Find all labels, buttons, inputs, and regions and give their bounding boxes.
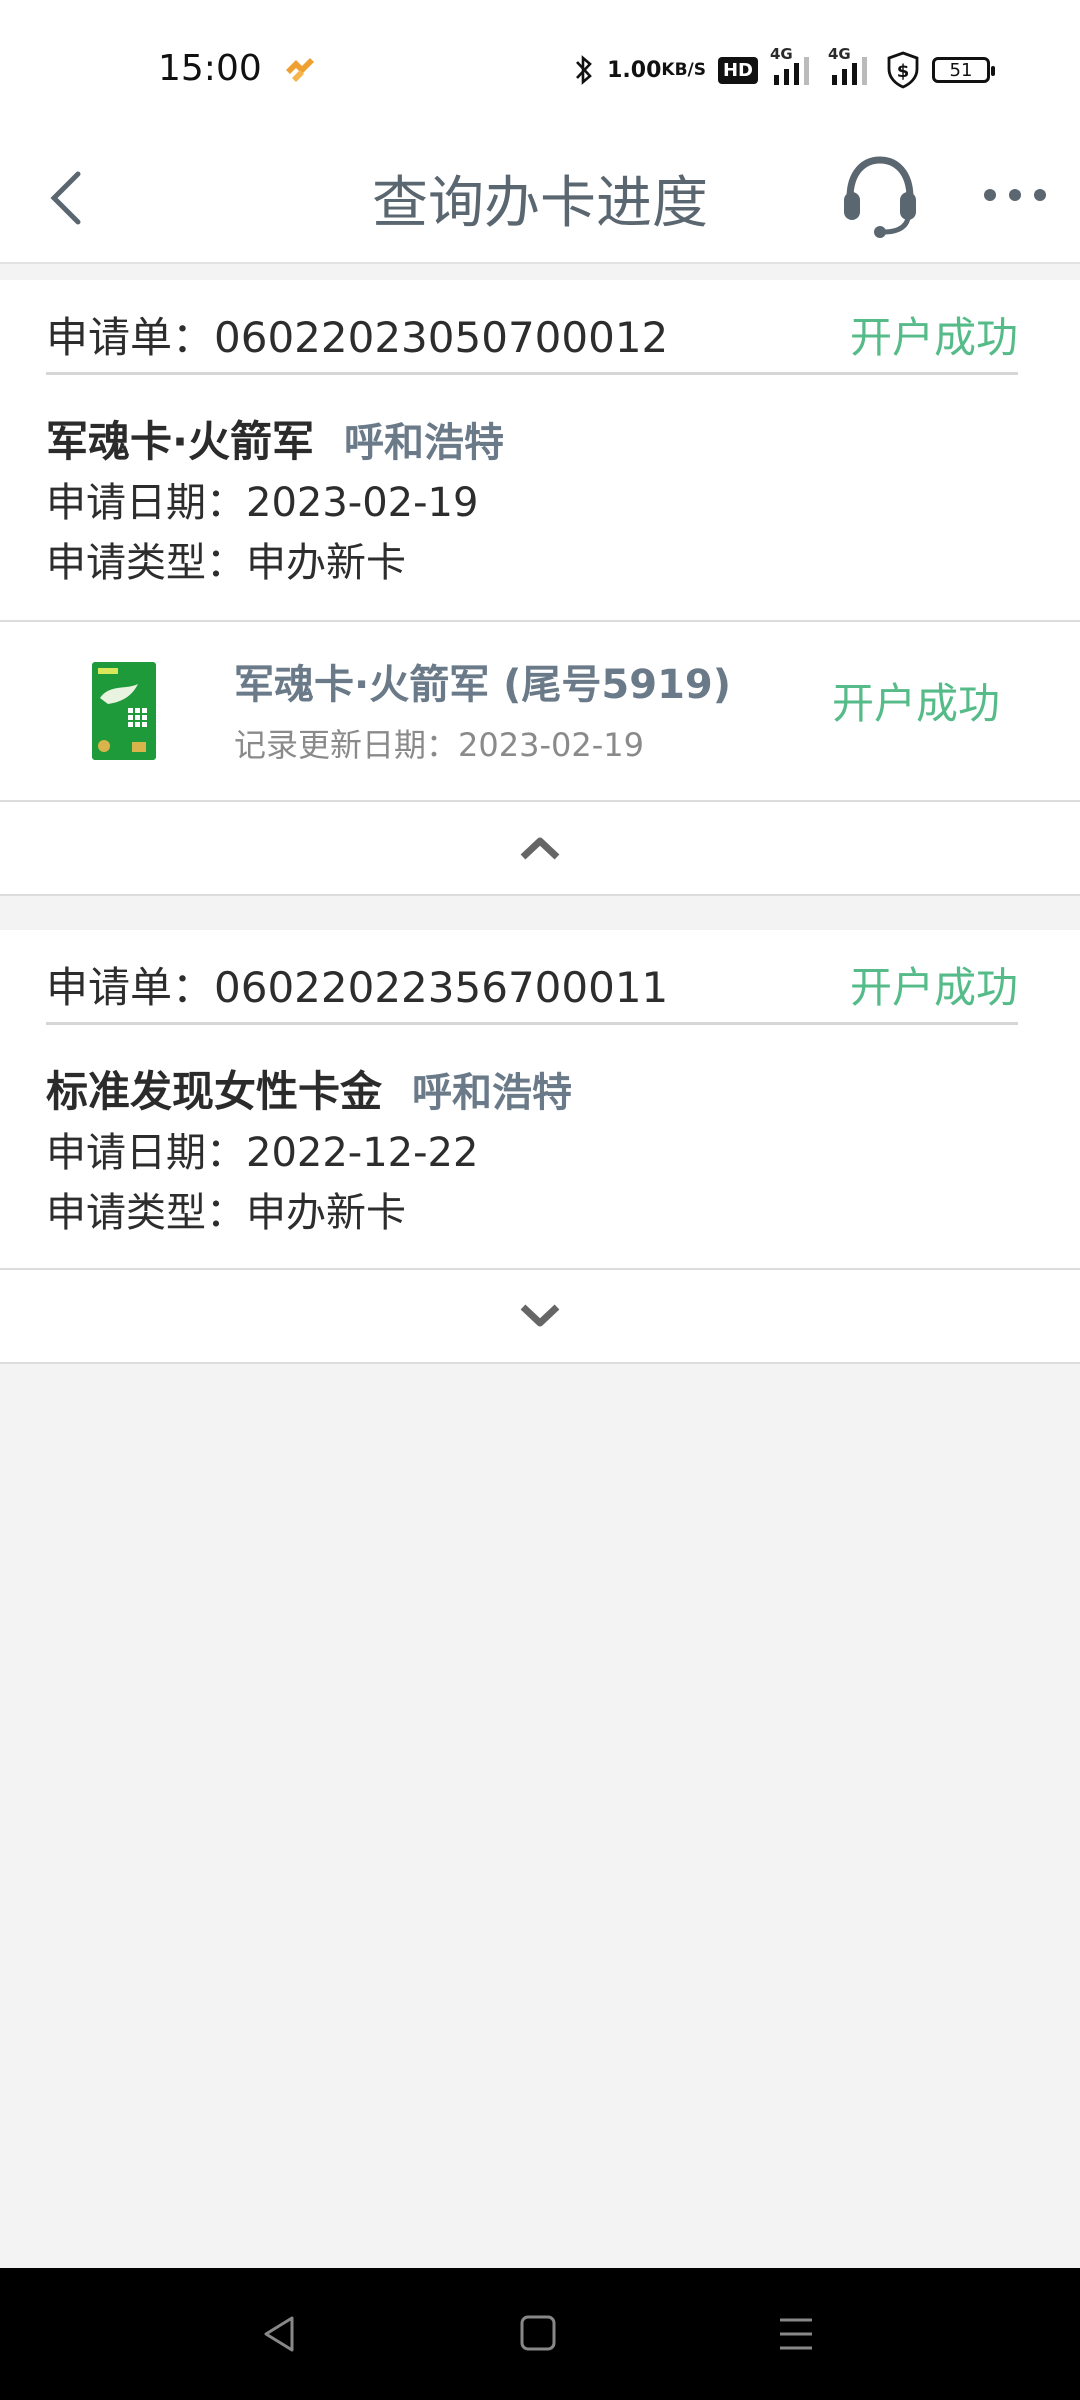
application-type: 申请类型：申办新卡: [46, 1190, 406, 1236]
application-type: 申请类型：申办新卡: [46, 540, 406, 586]
status-badge: 开户成功: [849, 313, 1018, 362]
app-header: 查询办卡进度: [0, 130, 1080, 264]
nav-home-icon[interactable]: [508, 2306, 568, 2362]
card-city: 呼和浩特: [412, 1070, 573, 1116]
nav-back-icon[interactable]: [250, 2306, 310, 2362]
navigation-bar: [0, 2268, 1080, 2400]
product-update-date: 记录更新日期：2023-02-19: [234, 726, 644, 764]
card-thumbnail-icon: [92, 662, 156, 760]
card-title: 标准发现女性卡金 呼和浩特: [46, 1058, 572, 1119]
status-icons: 1.00 KB/S HD 4G 4G $ 51: [573, 45, 995, 92]
chevron-down-icon: [520, 1304, 560, 1327]
application-date: 申请日期：2022-12-22: [46, 1130, 479, 1176]
bluetooth-icon: [576, 55, 592, 85]
signal-icon: 4G: [770, 45, 816, 87]
application-card[interactable]: 申请单：06022023050700012 开户成功 军魂卡·火箭军 呼和浩特 申…: [0, 280, 1080, 622]
card-city: 呼和浩特: [343, 420, 504, 466]
hd-badge: HD: [717, 56, 758, 84]
product-status: 开户成功: [831, 679, 1000, 728]
battery-icon: 51: [932, 57, 995, 83]
product-item[interactable]: 军魂卡·火箭军 (尾号5919) 记录更新日期：2023-02-19 开户成功: [0, 622, 1080, 802]
expand-button[interactable]: [0, 1270, 1080, 1364]
customer-service-icon[interactable]: [840, 150, 920, 240]
more-icon[interactable]: [980, 170, 1050, 220]
status-bar: 15:00 1.00 KB/S HD 4G 4G $ 51: [0, 0, 1080, 130]
status-badge: 开户成功: [849, 963, 1018, 1012]
nav-menu-icon[interactable]: [766, 2306, 826, 2362]
chevron-up-icon: [520, 837, 560, 860]
product-name: 军魂卡·火箭军 (尾号5919): [234, 662, 732, 708]
shield-dollar-icon: $: [887, 51, 919, 89]
order-header: 申请单：06022023050700012 开户成功: [46, 300, 1018, 375]
card-name: 军魂卡·火箭军: [46, 417, 314, 466]
card-name: 标准发现女性卡金: [46, 1067, 383, 1116]
app-notification-icon: [286, 58, 314, 82]
order-header: 申请单：06022022356700011 开户成功: [46, 950, 1018, 1025]
status-time: 15:00: [158, 48, 262, 89]
network-speed: 1.00 KB/S: [607, 57, 706, 83]
application-card[interactable]: 申请单：06022022356700011 开户成功 标准发现女性卡金 呼和浩特 …: [0, 930, 1080, 1270]
collapse-button[interactable]: [0, 802, 1080, 896]
order-number: 申请单：06022023050700012: [46, 313, 669, 362]
application-date: 申请日期：2023-02-19: [46, 480, 479, 526]
signal-icon-2: 4G: [828, 45, 874, 87]
svg-text:$: $: [897, 61, 910, 82]
order-number: 申请单：06022022356700011: [46, 963, 669, 1012]
card-title: 军魂卡·火箭军 呼和浩特: [46, 408, 504, 469]
